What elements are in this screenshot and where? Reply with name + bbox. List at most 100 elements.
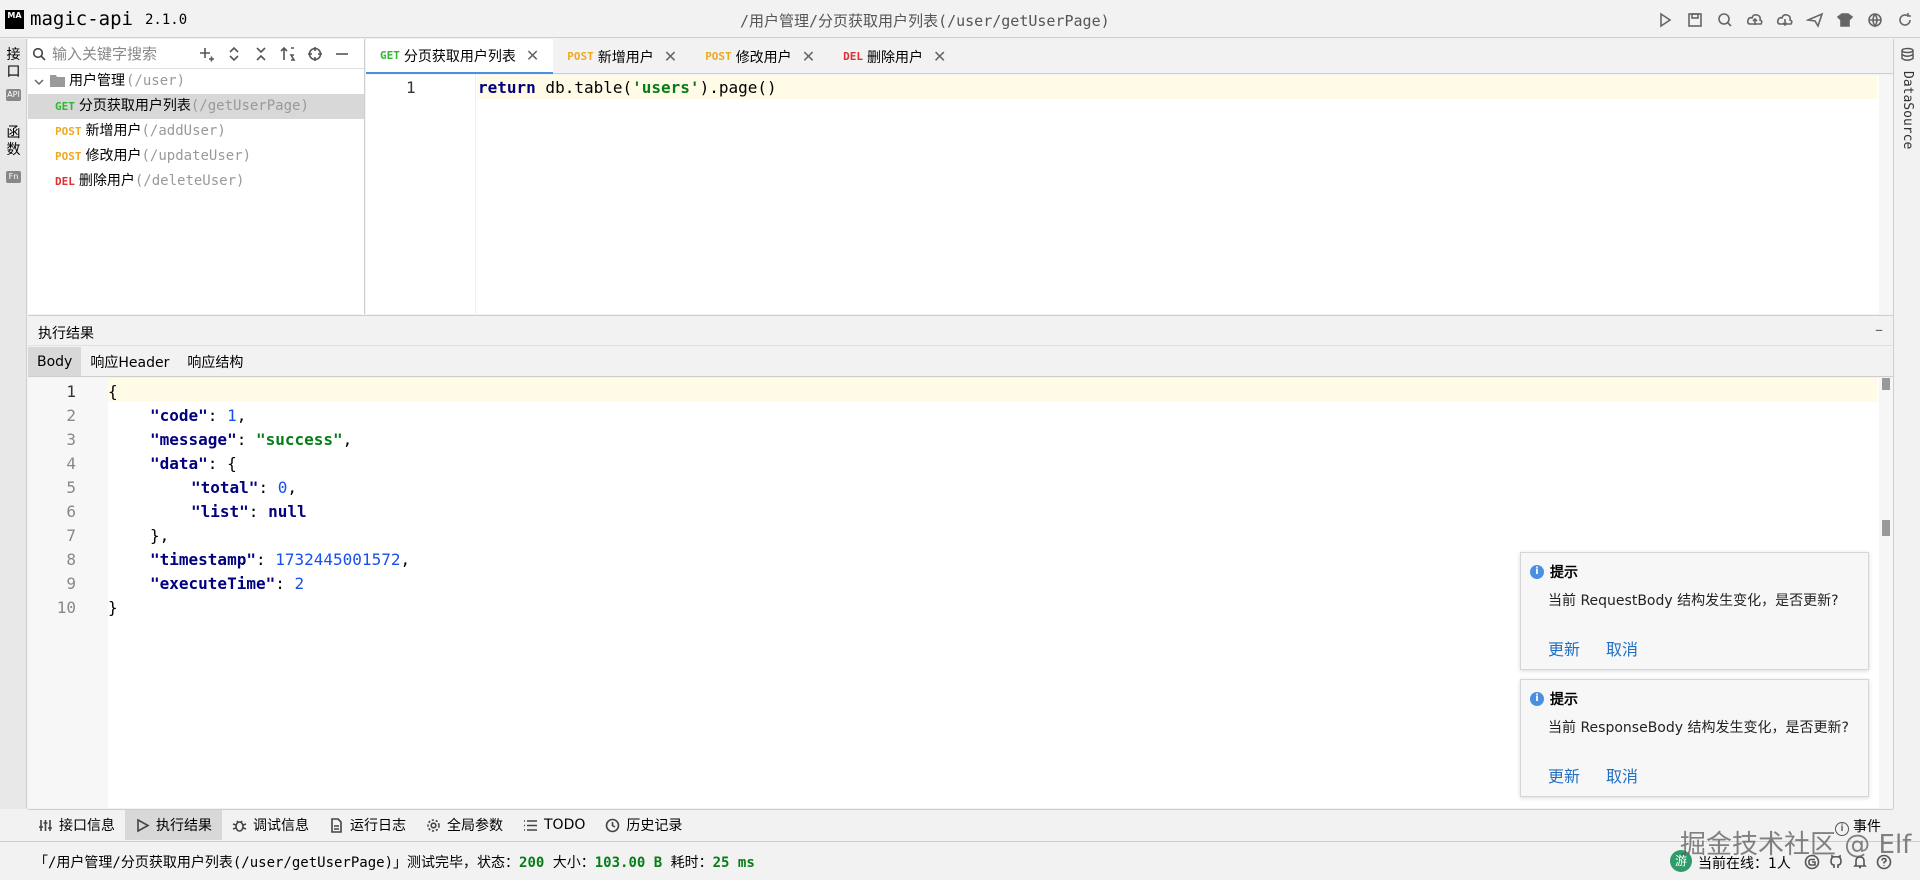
editor-line-number: 1 (406, 78, 416, 97)
tab-todo[interactable]: TODO (513, 810, 595, 840)
editor-tab[interactable]: GET 分页获取用户列表 ✕ (366, 39, 554, 74)
json-line: "timestamp": 1732445001572, (150, 550, 411, 569)
sidebar-tab-api[interactable]: 接口 (0, 47, 27, 81)
method-badge: POST (55, 125, 82, 138)
tree-toolbar (28, 39, 364, 69)
tab-history[interactable]: 历史记录 (595, 810, 692, 840)
add-icon[interactable] (193, 44, 220, 64)
sidebar-tab-api-label: 接口 (6, 47, 21, 80)
line-number: 3 (66, 430, 76, 449)
editor-tab[interactable]: POST 新增用户 ✕ (553, 39, 691, 74)
code-text: ).page() (699, 78, 777, 97)
datasource-tab[interactable]: DataSource (1900, 71, 1915, 149)
run-icon[interactable] (1650, 9, 1680, 31)
editor-tab[interactable]: DEL 删除用户 ✕ (829, 39, 960, 74)
tree-item-label: 删除用户 (78, 173, 135, 189)
search-icon[interactable] (1710, 9, 1740, 31)
method-badge: DEL (843, 50, 863, 63)
status-message: 「/用户管理/分页获取用户列表(/user/getUserPage)」测试完毕，… (34, 855, 755, 871)
send-icon[interactable] (1800, 9, 1830, 31)
tree-item-path: (/deleteUser) (134, 173, 245, 189)
json-line: "executeTime": 2 (150, 574, 305, 593)
tab-api-info[interactable]: 接口信息 (28, 810, 125, 840)
collapse-all-icon[interactable] (247, 44, 274, 64)
scrollbar-marker (1882, 520, 1890, 536)
app-version: 2.1.0 (145, 12, 188, 28)
expand-collapse-icon[interactable] (220, 44, 247, 64)
minimize-icon[interactable] (328, 44, 355, 64)
json-line: "total": 0, (191, 478, 297, 497)
update-button[interactable]: 更新 (1548, 636, 1580, 660)
line-number: 10 (56, 598, 76, 617)
tab-response-header[interactable]: 响应Header (81, 347, 178, 376)
line-number: 7 (66, 526, 76, 545)
cancel-button[interactable]: 取消 (1606, 763, 1638, 787)
notification-request-body: i 提示 当前 RequestBody 结构发生变化，是否更新? 更新 取消 (1520, 552, 1869, 670)
tab-label: 历史记录 (626, 818, 683, 834)
tab-debug-info[interactable]: 调试信息 (222, 810, 319, 840)
tab-global-params[interactable]: 全局参数 (416, 810, 513, 840)
editor-tab-label: 分页获取用户列表 (403, 48, 516, 65)
search-input[interactable] (52, 44, 202, 64)
function-icon: Fn (6, 171, 21, 183)
tree-item[interactable]: DEL 删除用户(/deleteUser) (28, 169, 364, 194)
json-scrollbar[interactable] (1879, 378, 1893, 808)
tab-label: 执行结果 (156, 818, 212, 834)
editor-tab-label: 删除用户 (866, 49, 923, 66)
tab-label: TODO (544, 817, 586, 833)
notification-response-body: i 提示 当前 ResponseBody 结构发生变化，是否更新? 更新 取消 (1520, 679, 1869, 797)
tab-execution-result[interactable]: 执行结果 (125, 810, 222, 840)
method-badge: DEL (55, 175, 75, 188)
tree-group-user[interactable]: 用户管理 (/user) (28, 69, 364, 94)
close-icon[interactable]: ✕ (933, 47, 946, 66)
locate-icon[interactable] (301, 44, 328, 64)
json-line: "data": { (150, 454, 237, 473)
tab-body[interactable]: Body (28, 347, 82, 376)
tree-group-path: (/user) (126, 73, 186, 89)
cancel-button[interactable]: 取消 (1606, 636, 1638, 660)
info-icon: i (1530, 692, 1544, 706)
sidebar-tab-functions[interactable]: 函数 (0, 125, 27, 159)
save-icon[interactable] (1680, 9, 1710, 31)
result-tabs: Body 响应Header 响应结构 (28, 347, 1893, 377)
tab-label: 接口信息 (59, 818, 115, 834)
editor-tab-label: 修改用户 (735, 49, 792, 66)
download-icon[interactable] (1770, 9, 1800, 31)
left-sidebar: 接口 API 函数 Fn (0, 39, 27, 809)
method-badge: POST (567, 50, 594, 63)
tree-item-path: (/addUser) (141, 123, 226, 139)
response-time: 25 ms (712, 855, 755, 871)
editor-tab[interactable]: POST 修改用户 ✕ (691, 39, 829, 74)
scrollbar-thumb[interactable] (1882, 378, 1890, 390)
close-icon[interactable]: ✕ (526, 46, 539, 65)
method-badge: GET (55, 100, 75, 113)
sidebar-tab-functions-label: 函数 (6, 125, 21, 158)
notification-title: 提示 (1550, 692, 1578, 708)
tree-item[interactable]: POST 新增用户(/addUser) (28, 119, 364, 144)
upload-icon[interactable] (1740, 9, 1770, 31)
close-icon[interactable]: ✕ (802, 47, 815, 66)
close-icon[interactable]: ✕ (664, 47, 677, 66)
clock-icon (606, 818, 620, 832)
tab-run-log[interactable]: 运行日志 (319, 810, 416, 840)
tab-label: 运行日志 (350, 818, 406, 834)
editor-scrollbar[interactable] (1879, 75, 1893, 314)
line-number: 1 (66, 382, 76, 401)
window-title: /用户管理/分页获取用户列表(/user/getUserPage) (740, 12, 1110, 30)
list-icon (524, 819, 537, 831)
refresh-icon[interactable] (1890, 9, 1920, 31)
sort-icon[interactable] (274, 44, 301, 64)
tree-item[interactable]: POST 修改用户(/updateUser) (28, 144, 364, 169)
skin-icon[interactable] (1830, 9, 1860, 31)
update-button[interactable]: 更新 (1548, 763, 1580, 787)
json-line: }, (150, 526, 170, 545)
app-name: magic-api (30, 8, 133, 30)
tab-response-structure[interactable]: 响应结构 (178, 347, 252, 376)
globe-icon[interactable] (1860, 9, 1890, 31)
tree-item[interactable]: GET 分页获取用户列表(/getUserPage) (28, 94, 364, 119)
line-number: 8 (66, 550, 76, 569)
gear-icon (427, 818, 440, 832)
script-editor[interactable]: 1 return db.table('users').page() (366, 75, 1893, 314)
minimize-icon[interactable]: – (1875, 320, 1883, 339)
response-size: 103.00 B (594, 855, 663, 871)
